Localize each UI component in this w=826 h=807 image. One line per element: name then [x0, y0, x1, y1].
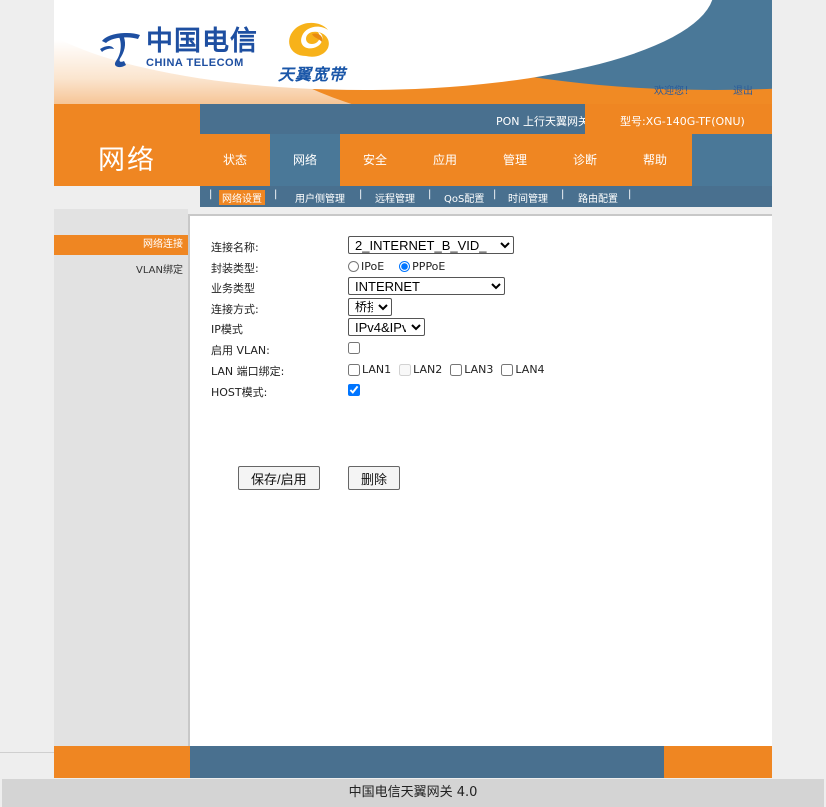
footer-band-left	[54, 746, 190, 778]
subnav-route-config[interactable]: 路由配置	[578, 190, 618, 205]
subnav-user-side[interactable]: 用户侧管理	[295, 190, 345, 205]
subnav-remote-management[interactable]: 远程管理	[375, 190, 415, 205]
footer-text: 中国电信天翼网关 4.0	[2, 779, 824, 807]
ip-mode-label: IP模式	[211, 323, 243, 336]
save-apply-button[interactable]: 保存/启用	[238, 466, 320, 490]
ip-mode-select[interactable]: IPv4&IPv6	[348, 318, 425, 336]
tab-security[interactable]: 安全	[340, 134, 410, 186]
brand-en: CHINA TELECOM	[146, 57, 244, 69]
main-tabs: 状态 网络 安全 应用 管理 诊断 帮助	[200, 134, 772, 186]
section-title-box: 网络	[54, 104, 200, 186]
service-type-select[interactable]: INTERNET	[348, 277, 505, 295]
tabs-right-filler	[692, 134, 772, 186]
host-mode-label: HOST模式:	[211, 386, 268, 399]
pon-type-text: PON 上行天翼网关	[496, 115, 590, 128]
connection-name-label: 连接名称:	[211, 241, 259, 254]
footer-divider	[0, 752, 54, 753]
tab-network[interactable]: 网络	[270, 134, 340, 186]
subnav-qos[interactable]: QoS配置	[444, 190, 484, 205]
lan-bind-label: LAN 端口绑定:	[211, 365, 285, 378]
pppoe-label: PPPoE	[412, 260, 446, 273]
conn-mode-select[interactable]: 桥接	[348, 298, 392, 316]
lan-bind-group: LAN1 LAN2 LAN3 LAN4	[348, 363, 553, 376]
logout-link[interactable]: 退出	[733, 82, 753, 97]
welcome-text: 欢迎您！	[654, 86, 694, 97]
leftmenu-network-connection[interactable]: 网络连接	[54, 235, 188, 255]
lan4-checkbox[interactable]	[501, 363, 514, 376]
lan4-label: LAN4	[515, 363, 545, 376]
lan1-label: LAN1	[362, 363, 392, 376]
ipoe-radio[interactable]	[348, 261, 359, 272]
conn-mode-label: 连接方式:	[211, 303, 259, 316]
china-telecom-mark-icon	[100, 33, 140, 68]
encap-type-label: 封装类型:	[211, 262, 259, 275]
lan3-checkbox[interactable]	[450, 363, 463, 376]
tab-application[interactable]: 应用	[410, 134, 480, 186]
china-telecom-logo: 中国电信 CHINA TELECOM	[98, 27, 258, 71]
lan2-label: LAN2	[413, 363, 443, 376]
pppoe-radio[interactable]	[399, 261, 411, 272]
tab-management[interactable]: 管理	[480, 134, 550, 186]
delete-button[interactable]: 删除	[348, 466, 401, 490]
section-title: 网络	[98, 145, 156, 176]
connection-name-select[interactable]: 2_INTERNET_B_VID_	[348, 236, 514, 254]
host-mode-checkbox[interactable]	[348, 384, 360, 396]
left-menu: 网络连接 VLAN绑定	[54, 209, 188, 746]
lan2-checkbox[interactable]	[399, 363, 412, 376]
footer-band-center	[190, 746, 664, 778]
vlan-label: 启用 VLAN:	[211, 344, 270, 357]
service-type-label: 业务类型	[211, 282, 255, 295]
vlan-checkbox[interactable]	[348, 342, 360, 354]
model-box: 型号:XG-140G-TF(ONU)	[585, 104, 772, 134]
encap-type-group: IPoE PPPoE	[348, 260, 460, 273]
leftmenu-vlan-binding[interactable]: VLAN绑定	[54, 261, 188, 281]
tab-help[interactable]: 帮助	[620, 134, 690, 186]
tiyi-broadband-logo: 天翼宽带	[278, 16, 358, 85]
footer-band-right	[664, 746, 772, 778]
tiyi-swirl-icon	[289, 22, 329, 57]
tab-status[interactable]: 状态	[200, 134, 270, 186]
header-banner: 中国电信 CHINA TELECOM 天翼宽带 欢迎您！ 退出	[54, 0, 772, 104]
info-band: PON 上行天翼网关 型号:XG-140G-TF(ONU)	[200, 104, 772, 134]
lan3-label: LAN3	[464, 363, 494, 376]
sub-navigation: | 网络设置 | 用户侧管理 | 远程管理 | QoS配置 | 时间管理 | 路…	[200, 186, 772, 207]
tab-diagnosis[interactable]: 诊断	[550, 134, 620, 186]
tiyi-label: 天翼宽带	[278, 65, 347, 84]
lan1-checkbox[interactable]	[348, 363, 360, 376]
ipoe-label: IPoE	[361, 260, 385, 273]
main-panel: 连接名称: 2_INTERNET_B_VID_ 封装类型: IPoE PPPoE…	[188, 214, 772, 746]
brand-cn: 中国电信	[146, 26, 258, 57]
subnav-time-management[interactable]: 时间管理	[508, 190, 548, 205]
model-text: 型号:XG-140G-TF(ONU)	[620, 115, 745, 128]
subnav-network-settings[interactable]: 网络设置	[219, 190, 265, 205]
